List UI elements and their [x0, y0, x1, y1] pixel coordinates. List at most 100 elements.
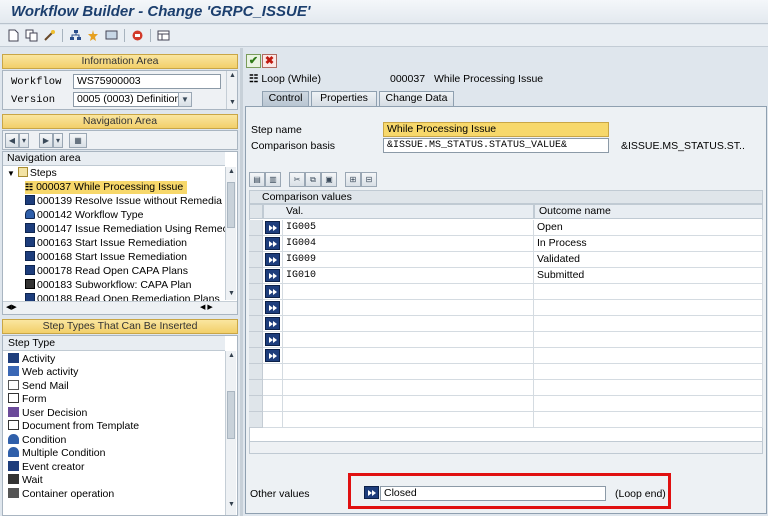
val-cell[interactable] [283, 348, 534, 364]
outcome-cell[interactable]: Open [534, 220, 763, 236]
row-selector[interactable] [249, 348, 263, 364]
step-type-item[interactable]: Event creator [8, 461, 84, 474]
tree-item[interactable]: ☷ 000037 While Processing Issue [25, 181, 188, 194]
step-type-item[interactable]: Activity [8, 353, 55, 366]
binding-icon[interactable] [265, 301, 280, 314]
hierarchy-icon[interactable] [68, 28, 82, 42]
row-selector[interactable] [249, 380, 263, 396]
insert-row-icon[interactable]: ▤ [249, 172, 265, 187]
outcome-cell[interactable] [534, 284, 763, 300]
val-cell[interactable]: IG010 [283, 268, 534, 284]
binding-icon[interactable] [265, 221, 280, 234]
tree-item[interactable]: 000178 Read Open CAPA Plans [25, 265, 188, 278]
outcome-cell[interactable]: In Process [534, 236, 763, 252]
step-type-item[interactable]: Send Mail [8, 380, 69, 393]
binding-icon[interactable] [265, 237, 280, 250]
binding-icon[interactable] [265, 349, 280, 362]
tree-item[interactable]: 000147 Issue Remediation Using Remec [25, 223, 228, 236]
step-type-item[interactable]: Document from Template [8, 420, 139, 433]
delete-row-icon[interactable]: ⊟ [361, 172, 377, 187]
outcome-cell[interactable] [534, 348, 763, 364]
tree-item[interactable]: 000163 Start Issue Remediation [25, 237, 187, 250]
layout-icon[interactable] [156, 28, 170, 42]
forward-arrow-icon[interactable]: ▶ [39, 133, 53, 148]
activate-icon[interactable] [86, 28, 100, 42]
test-icon[interactable] [130, 28, 144, 42]
chevron-down-icon[interactable]: ▼ [178, 92, 192, 107]
binding-icon[interactable] [265, 333, 280, 346]
dropdown-icon[interactable]: ▾ [19, 133, 29, 148]
confirm-check-icon[interactable]: ✔ [246, 54, 261, 68]
row-selector[interactable] [249, 220, 263, 236]
outcome-cell[interactable] [534, 396, 763, 412]
val-cell[interactable] [283, 300, 534, 316]
binding-icon[interactable] [265, 253, 280, 266]
tree-horizontal-scrollbar[interactable]: ◀▶ ◀ ▶ [3, 301, 237, 314]
tab-change-data[interactable]: Change Data [379, 91, 454, 106]
tree-item[interactable]: 000142 Workflow Type [25, 209, 143, 222]
step-type-item[interactable]: Container operation [8, 488, 114, 501]
select-all-cell[interactable] [249, 204, 263, 219]
row-selector[interactable] [249, 396, 263, 412]
outcome-cell[interactable]: Validated [534, 252, 763, 268]
new-icon[interactable] [6, 28, 20, 42]
step-type-item[interactable]: Wait [8, 474, 43, 487]
binding-cell[interactable] [263, 364, 283, 380]
row-selector[interactable] [249, 284, 263, 300]
binding-cell[interactable] [263, 380, 283, 396]
paste-icon[interactable]: ▣ [321, 172, 337, 187]
table-horizontal-scrollbar[interactable] [249, 441, 763, 454]
binding-icon[interactable] [265, 285, 280, 298]
tree-scrollbar[interactable]: ▲ ▼ [225, 167, 236, 300]
cut-icon[interactable]: ✂ [289, 172, 305, 187]
tab-control[interactable]: Control [262, 91, 309, 106]
val-cell[interactable] [283, 412, 534, 428]
val-cell[interactable]: IG009 [283, 252, 534, 268]
val-cell[interactable] [283, 396, 534, 412]
cancel-x-icon[interactable]: ✖ [262, 54, 277, 68]
splitter[interactable] [240, 48, 243, 516]
outcome-cell[interactable] [534, 316, 763, 332]
step-type-item[interactable]: Form [8, 393, 47, 406]
val-cell[interactable] [283, 316, 534, 332]
row-selector[interactable] [249, 412, 263, 428]
val-cell[interactable] [283, 364, 534, 380]
navigation-area-header[interactable]: Navigation Area [2, 114, 238, 129]
column-header-outcome[interactable]: Outcome name [534, 204, 763, 219]
other-values-field[interactable]: Closed [380, 486, 606, 501]
information-area-header[interactable]: Information Area [2, 54, 238, 69]
tree-root-steps[interactable]: ▼ Steps [7, 167, 57, 180]
tree-item[interactable]: 000168 Start Issue Remediation [25, 251, 187, 264]
row-selector[interactable] [249, 252, 263, 268]
outcome-cell[interactable]: Submitted [534, 268, 763, 284]
val-cell[interactable] [283, 284, 534, 300]
row-selector[interactable] [249, 236, 263, 252]
row-selector[interactable] [249, 268, 263, 284]
step-types-header[interactable]: Step Types That Can Be Inserted [2, 319, 238, 334]
step-name-field[interactable]: While Processing Issue [383, 122, 609, 137]
comparison-basis-field[interactable]: &ISSUE.MS_STATUS.STATUS_VALUE& [383, 138, 609, 153]
row-selector[interactable] [249, 364, 263, 380]
binding-cell[interactable] [263, 412, 283, 428]
binding-icon[interactable] [265, 317, 280, 330]
outcome-cell[interactable] [534, 300, 763, 316]
tree-item[interactable]: 000139 Resolve Issue without Remedia [25, 195, 222, 208]
row-selector[interactable] [249, 300, 263, 316]
version-field[interactable]: 0005 (0003) Definition [73, 92, 179, 107]
row-selector[interactable] [249, 332, 263, 348]
append-row-icon[interactable]: ▥ [265, 172, 281, 187]
outcome-cell[interactable] [534, 380, 763, 396]
step-type-item[interactable]: Web activity [8, 366, 78, 379]
step-type-item[interactable]: User Decision [8, 407, 87, 420]
outcome-cell[interactable] [534, 364, 763, 380]
back-arrow-icon[interactable]: ◀ [5, 133, 19, 148]
val-cell[interactable] [283, 380, 534, 396]
info-scrollbar[interactable]: ▲ ▼ [226, 71, 237, 109]
dropdown-icon[interactable]: ▾ [53, 133, 63, 148]
screen-icon[interactable] [104, 28, 118, 42]
insert-icon[interactable]: ⊞ [345, 172, 361, 187]
step-types-scrollbar[interactable]: ▲ ▼ [225, 351, 236, 515]
step-type-item[interactable]: Condition [8, 434, 66, 447]
binding-icon[interactable] [265, 269, 280, 282]
val-cell[interactable] [283, 332, 534, 348]
